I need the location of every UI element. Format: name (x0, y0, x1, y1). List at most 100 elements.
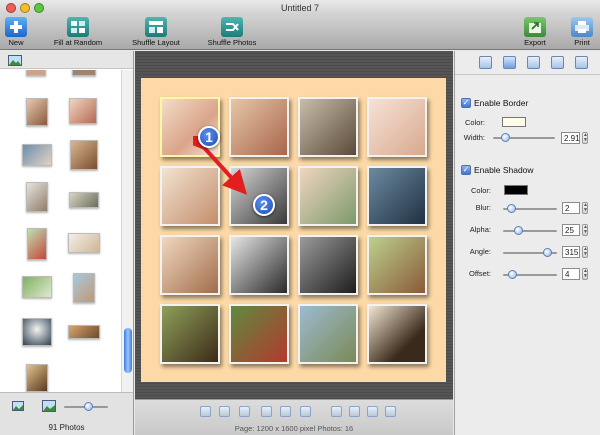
photo-cell-7[interactable] (298, 166, 358, 226)
print-label: Print (574, 38, 590, 47)
photo-thumbnail[interactable] (22, 318, 52, 346)
photo-thumbnail[interactable] (69, 98, 97, 124)
new-button[interactable]: New (4, 17, 28, 47)
fill-at-random-label: Fill at Random (53, 38, 103, 47)
library-scrollbar[interactable] (121, 70, 133, 392)
shadow-angle-field[interactable]: 315 (562, 246, 580, 258)
shadow-blur-field[interactable]: 2 (562, 202, 580, 214)
close-window-button[interactable] (6, 3, 16, 13)
shadow-blur-knob[interactable] (507, 204, 516, 213)
export-label: Export (524, 38, 546, 47)
border-width-knob[interactable] (501, 133, 510, 142)
photo-cell-12[interactable] (367, 235, 427, 295)
photo-thumbnail[interactable] (68, 233, 100, 253)
shadow-alpha-field[interactable]: 25 (562, 224, 580, 236)
layout-icon (145, 17, 167, 37)
align-middle-icon[interactable] (349, 406, 360, 417)
enable-shadow-label: Enable Shadow (474, 165, 534, 175)
photo-source-icon[interactable] (8, 55, 22, 66)
shadow-angle-stepper[interactable]: ▲ ▼ (582, 246, 588, 258)
shuffle-layout-label: Shuffle Layout (132, 38, 180, 47)
photo-cell-11[interactable] (298, 235, 358, 295)
photo-thumbnail[interactable] (26, 70, 46, 76)
photo-cell-13[interactable] (160, 304, 220, 364)
small-photo-icon[interactable] (12, 401, 24, 411)
enable-shadow-checkbox[interactable]: ✓ (461, 165, 471, 175)
photo-cell-3[interactable] (298, 97, 358, 157)
border-width-stepper[interactable]: ▲ ▼ (582, 132, 588, 144)
photo-cell-8[interactable] (367, 166, 427, 226)
shuffle-layout-button[interactable]: Shuffle Layout (126, 17, 186, 47)
thumbnail-size-knob[interactable] (84, 402, 93, 411)
collage-page[interactable]: 1 2 (141, 78, 446, 382)
tab-layout-icon[interactable] (479, 56, 492, 69)
shadow-offset-field[interactable]: 4 (562, 268, 580, 280)
align-top-icon[interactable] (331, 406, 342, 417)
step-badge-1: 1 (198, 126, 220, 148)
photo-count: 91 Photos (48, 423, 85, 432)
minus-icon[interactable] (280, 406, 291, 417)
tab-background-icon[interactable] (551, 56, 564, 69)
border-color-label: Color: (464, 118, 485, 127)
layout-grid-icon[interactable] (200, 406, 211, 417)
align-bottom-icon[interactable] (367, 406, 378, 417)
photo-thumbnail[interactable] (72, 70, 96, 76)
print-button[interactable]: Print (568, 17, 596, 47)
fill-at-random-button[interactable]: Fill at Random (50, 17, 106, 47)
export-button[interactable]: Export (520, 17, 550, 47)
photo-cell-9[interactable] (160, 235, 220, 295)
rotate-right-icon[interactable] (300, 406, 311, 417)
shadow-alpha-stepper[interactable]: ▲ ▼ (582, 224, 588, 236)
photo-thumbnail[interactable] (68, 325, 100, 339)
library-scroll-thumb[interactable] (124, 328, 132, 373)
align-distribute-icon[interactable] (385, 406, 396, 417)
tab-page-icon[interactable] (575, 56, 588, 69)
photo-cell-15[interactable] (298, 304, 358, 364)
layout-list-icon[interactable] (219, 406, 230, 417)
photo-thumbnail[interactable] (22, 276, 52, 298)
trash-icon[interactable] (239, 406, 250, 417)
large-photo-icon[interactable] (42, 400, 56, 412)
shadow-angle-slider[interactable] (503, 248, 557, 257)
shuffle-photos-button[interactable]: Shuffle Photos (204, 17, 260, 47)
thumbnail-size-slider[interactable] (64, 402, 108, 411)
photo-thumbnail[interactable] (26, 182, 48, 212)
shadow-angle-knob[interactable] (543, 248, 552, 257)
zoom-window-button[interactable] (34, 3, 44, 13)
tab-border-icon[interactable] (503, 56, 516, 69)
shadow-offset-knob[interactable] (508, 270, 517, 279)
printer-icon (571, 17, 593, 37)
enable-border-checkbox[interactable]: ✓ (461, 98, 471, 108)
photo-thumbnail[interactable] (27, 228, 47, 260)
photo-thumbnail-list[interactable] (0, 70, 121, 392)
photo-thumbnail[interactable] (26, 364, 48, 392)
shadow-offset-label: Offset: (469, 269, 491, 278)
photo-cell-4[interactable] (367, 97, 427, 157)
photo-thumbnail[interactable] (69, 192, 99, 208)
shadow-offset-slider[interactable] (503, 270, 557, 279)
photo-cell-14[interactable] (229, 304, 289, 364)
shadow-blur-slider[interactable] (503, 204, 557, 213)
border-width-slider[interactable] (493, 133, 555, 142)
shadow-offset-stepper[interactable]: ▲ ▼ (582, 268, 588, 280)
collage-canvas-area: 1 2 (135, 51, 453, 399)
border-color-swatch[interactable] (502, 117, 526, 127)
shadow-alpha-knob[interactable] (514, 226, 523, 235)
shuffle-icon (221, 17, 243, 37)
export-icon (524, 17, 546, 37)
photo-thumbnail[interactable] (26, 98, 48, 126)
library-header (0, 51, 133, 69)
photo-thumbnail[interactable] (73, 273, 95, 303)
photo-thumbnail[interactable] (22, 144, 52, 166)
shadow-blur-label: Blur: (475, 203, 491, 212)
shadow-color-swatch[interactable] (504, 185, 528, 195)
shadow-alpha-slider[interactable] (503, 226, 557, 235)
rotate-left-icon[interactable] (261, 406, 272, 417)
shadow-blur-stepper[interactable]: ▲ ▼ (582, 202, 588, 214)
minimize-window-button[interactable] (20, 3, 30, 13)
photo-thumbnail[interactable] (70, 140, 98, 170)
photo-cell-10[interactable] (229, 235, 289, 295)
photo-cell-16[interactable] (367, 304, 427, 364)
tab-text-icon[interactable] (527, 56, 540, 69)
border-width-field[interactable]: 2.91 (561, 132, 580, 144)
